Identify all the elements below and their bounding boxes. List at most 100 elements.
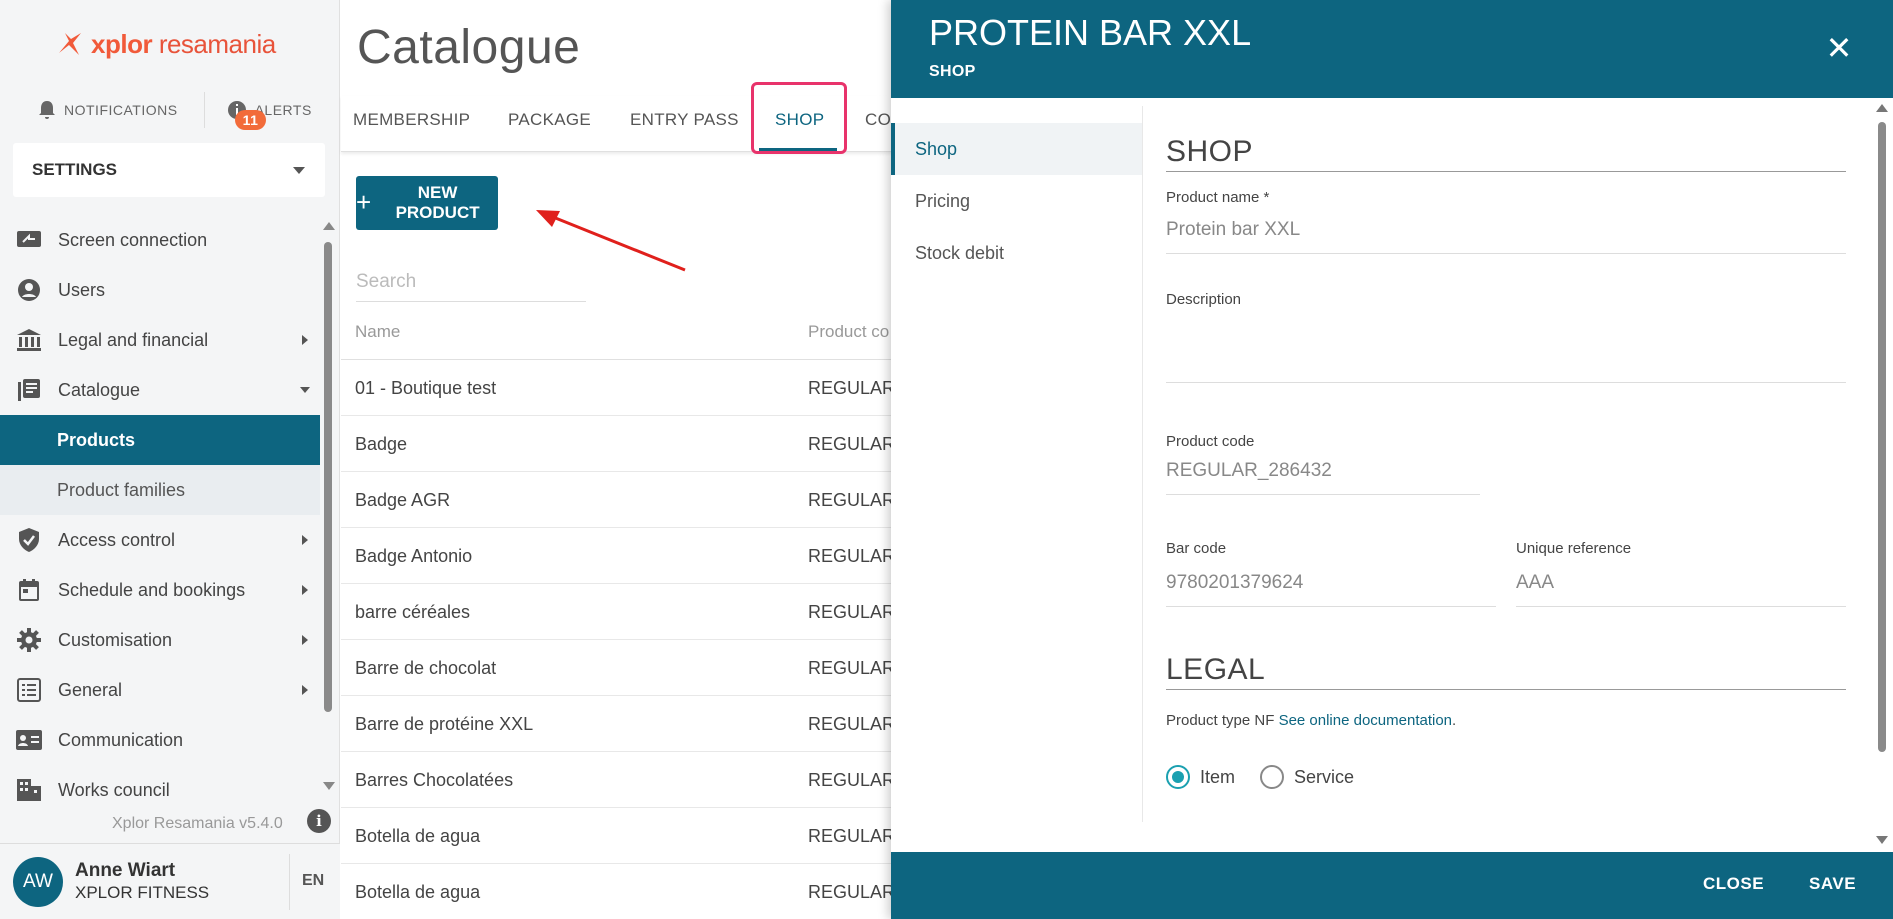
- panel-nav-shop[interactable]: Shop: [891, 123, 1142, 175]
- search-input[interactable]: [356, 262, 586, 302]
- chevron-right-icon: [302, 685, 308, 695]
- sidebar-item-product-families[interactable]: Product families: [0, 465, 320, 515]
- radio-checked-icon: [1166, 765, 1190, 789]
- sidebar-item-schedule-and-bookings[interactable]: Schedule and bookings: [0, 565, 320, 615]
- sidebar-item-label: Catalogue: [58, 379, 141, 400]
- calendar-icon: [14, 577, 44, 603]
- close-icon[interactable]: ✕: [1821, 30, 1857, 66]
- table-row[interactable]: Badge AGR REGULAR_: [341, 472, 941, 528]
- table-row[interactable]: Badge REGULAR_: [341, 416, 941, 472]
- main-content: Catalogue MEMBERSHIP PACKAGE ENTRY PASS …: [341, 0, 941, 919]
- plus-icon: +: [356, 187, 372, 217]
- sidebar-item-users[interactable]: Users: [0, 265, 320, 315]
- settings-select-value: SETTINGS: [32, 160, 118, 179]
- catalogue-tabs: MEMBERSHIP PACKAGE ENTRY PASS SHOP CO: [341, 96, 941, 152]
- page-title: Catalogue: [357, 21, 581, 74]
- description-label: Description: [1166, 291, 1242, 308]
- list-icon: [14, 677, 44, 703]
- panel-nav-pricing[interactable]: Pricing: [891, 175, 1142, 227]
- bank-icon: [14, 327, 44, 353]
- product-name-label: Product name *: [1166, 189, 1270, 206]
- close-button[interactable]: CLOSE: [1703, 874, 1764, 894]
- alerts-count-badge: 11: [234, 110, 267, 130]
- scrollbar-thumb[interactable]: [1878, 122, 1886, 752]
- sidebar-item-label: Product families: [57, 479, 186, 500]
- user-info[interactable]: Anne Wiart XPLOR FITNESS: [75, 860, 209, 904]
- description-field[interactable]: [1166, 363, 1846, 383]
- product-table: 01 - Boutique test REGULAR_ Badge REGULAR_…: [341, 360, 941, 919]
- bar-code-field[interactable]: 9780201379624: [1166, 572, 1496, 607]
- save-button[interactable]: SAVE: [1809, 874, 1856, 894]
- sidebar-scrollbar[interactable]: [323, 222, 335, 790]
- table-row[interactable]: barre céréales REGULAR_: [341, 584, 941, 640]
- online-documentation-link[interactable]: See online documentation: [1279, 712, 1452, 729]
- section-title-legal: LEGAL: [1166, 653, 1846, 690]
- new-product-button[interactable]: + NEW PRODUCT: [356, 176, 498, 230]
- panel-scrollbar[interactable]: [1876, 104, 1888, 844]
- scroll-up-icon[interactable]: [1876, 104, 1888, 112]
- scroll-down-icon[interactable]: [1876, 836, 1888, 844]
- tab-entry-pass[interactable]: ENTRY PASS: [630, 110, 739, 130]
- sidebar-item-legal-and-financial[interactable]: Legal and financial: [0, 315, 320, 365]
- column-header-name[interactable]: Name: [355, 322, 400, 342]
- unique-reference-field[interactable]: AAA: [1516, 572, 1846, 607]
- language-switch[interactable]: EN: [302, 872, 324, 890]
- column-header-product-code[interactable]: Product co: [808, 322, 889, 342]
- sidebar-item-works-council[interactable]: Works council: [0, 765, 320, 815]
- sidebar-item-label: Customisation: [58, 629, 173, 650]
- sidebar: xplor resamania NOTIFICATIONS ALERTS 11 …: [0, 0, 340, 919]
- unique-reference-label: Unique reference: [1516, 540, 1632, 557]
- sidebar-item-screen-connection[interactable]: Screen connection: [0, 215, 320, 265]
- brand-name: xplor resamania: [91, 28, 276, 59]
- alerts-button[interactable]: ALERTS 11: [227, 92, 312, 130]
- avatar[interactable]: AW: [13, 856, 63, 907]
- scroll-down-icon[interactable]: [323, 782, 335, 790]
- sidebar-nav: Screen connection Users Legal and financ…: [0, 215, 320, 815]
- chevron-down-icon: [293, 166, 305, 174]
- sidebar-item-catalogue[interactable]: Catalogue: [0, 365, 320, 415]
- tab-package[interactable]: PACKAGE: [508, 110, 591, 130]
- app-version: Xplor Resamania v5.4.0: [112, 815, 283, 832]
- chevron-down-icon: [300, 387, 310, 393]
- table-row[interactable]: 01 - Boutique test REGULAR_: [341, 360, 941, 416]
- tab-co[interactable]: CO: [865, 110, 891, 130]
- user-bar-divider: [289, 854, 290, 910]
- panel-nav: Shop Pricing Stock debit: [891, 123, 1142, 279]
- sidebar-item-label: Access control: [58, 529, 176, 550]
- shield-icon: [14, 527, 44, 553]
- notifications-button[interactable]: NOTIFICATIONS: [38, 92, 178, 128]
- table-row[interactable]: Badge Antonio REGULAR_: [341, 528, 941, 584]
- settings-select[interactable]: SETTINGS: [13, 143, 325, 197]
- product-name-field[interactable]: Protein bar XXL: [1166, 219, 1846, 254]
- panel-nav-stock-debit[interactable]: Stock debit: [891, 227, 1142, 279]
- table-row[interactable]: Barres Chocolatées REGULAR_: [341, 752, 941, 808]
- chevron-right-icon: [302, 585, 308, 595]
- tab-membership[interactable]: MEMBERSHIP: [353, 110, 470, 130]
- bar-code-label: Bar code: [1166, 540, 1227, 557]
- user-name: Anne Wiart: [75, 859, 176, 881]
- sidebar-item-access-control[interactable]: Access control: [0, 515, 320, 565]
- scrollbar-thumb[interactable]: [324, 242, 332, 712]
- sidebar-item-customisation[interactable]: Customisation: [0, 615, 320, 665]
- radio-service[interactable]: Service: [1260, 765, 1354, 789]
- sidebar-item-products[interactable]: Products: [0, 415, 320, 465]
- radio-item[interactable]: Item: [1166, 765, 1235, 789]
- table-row[interactable]: Barre de protéine XXL REGULAR_: [341, 696, 941, 752]
- sidebar-item-communication[interactable]: Communication: [0, 715, 320, 765]
- notifications-label: NOTIFICATIONS: [64, 102, 178, 118]
- info-icon[interactable]: i: [307, 809, 331, 833]
- sidebar-item-label: Schedule and bookings: [58, 579, 246, 600]
- brand-logo[interactable]: xplor resamania: [55, 24, 276, 64]
- scroll-up-icon[interactable]: [323, 222, 335, 230]
- building-icon: [14, 777, 44, 803]
- chevron-right-icon: [302, 335, 308, 345]
- table-row[interactable]: Barre de chocolat REGULAR_: [341, 640, 941, 696]
- product-code-field[interactable]: REGULAR_286432: [1166, 460, 1480, 495]
- user-bar: AW Anne Wiart XPLOR FITNESS EN: [0, 843, 340, 919]
- table-row[interactable]: Botella de agua REGULAR_: [341, 864, 941, 919]
- sidebar-item-general[interactable]: General: [0, 665, 320, 715]
- radio-item-label: Item: [1200, 766, 1236, 787]
- catalogue-icon: [14, 377, 44, 403]
- table-row[interactable]: Botella de agua REGULAR_: [341, 808, 941, 864]
- sidebar-item-label: General: [58, 679, 123, 700]
